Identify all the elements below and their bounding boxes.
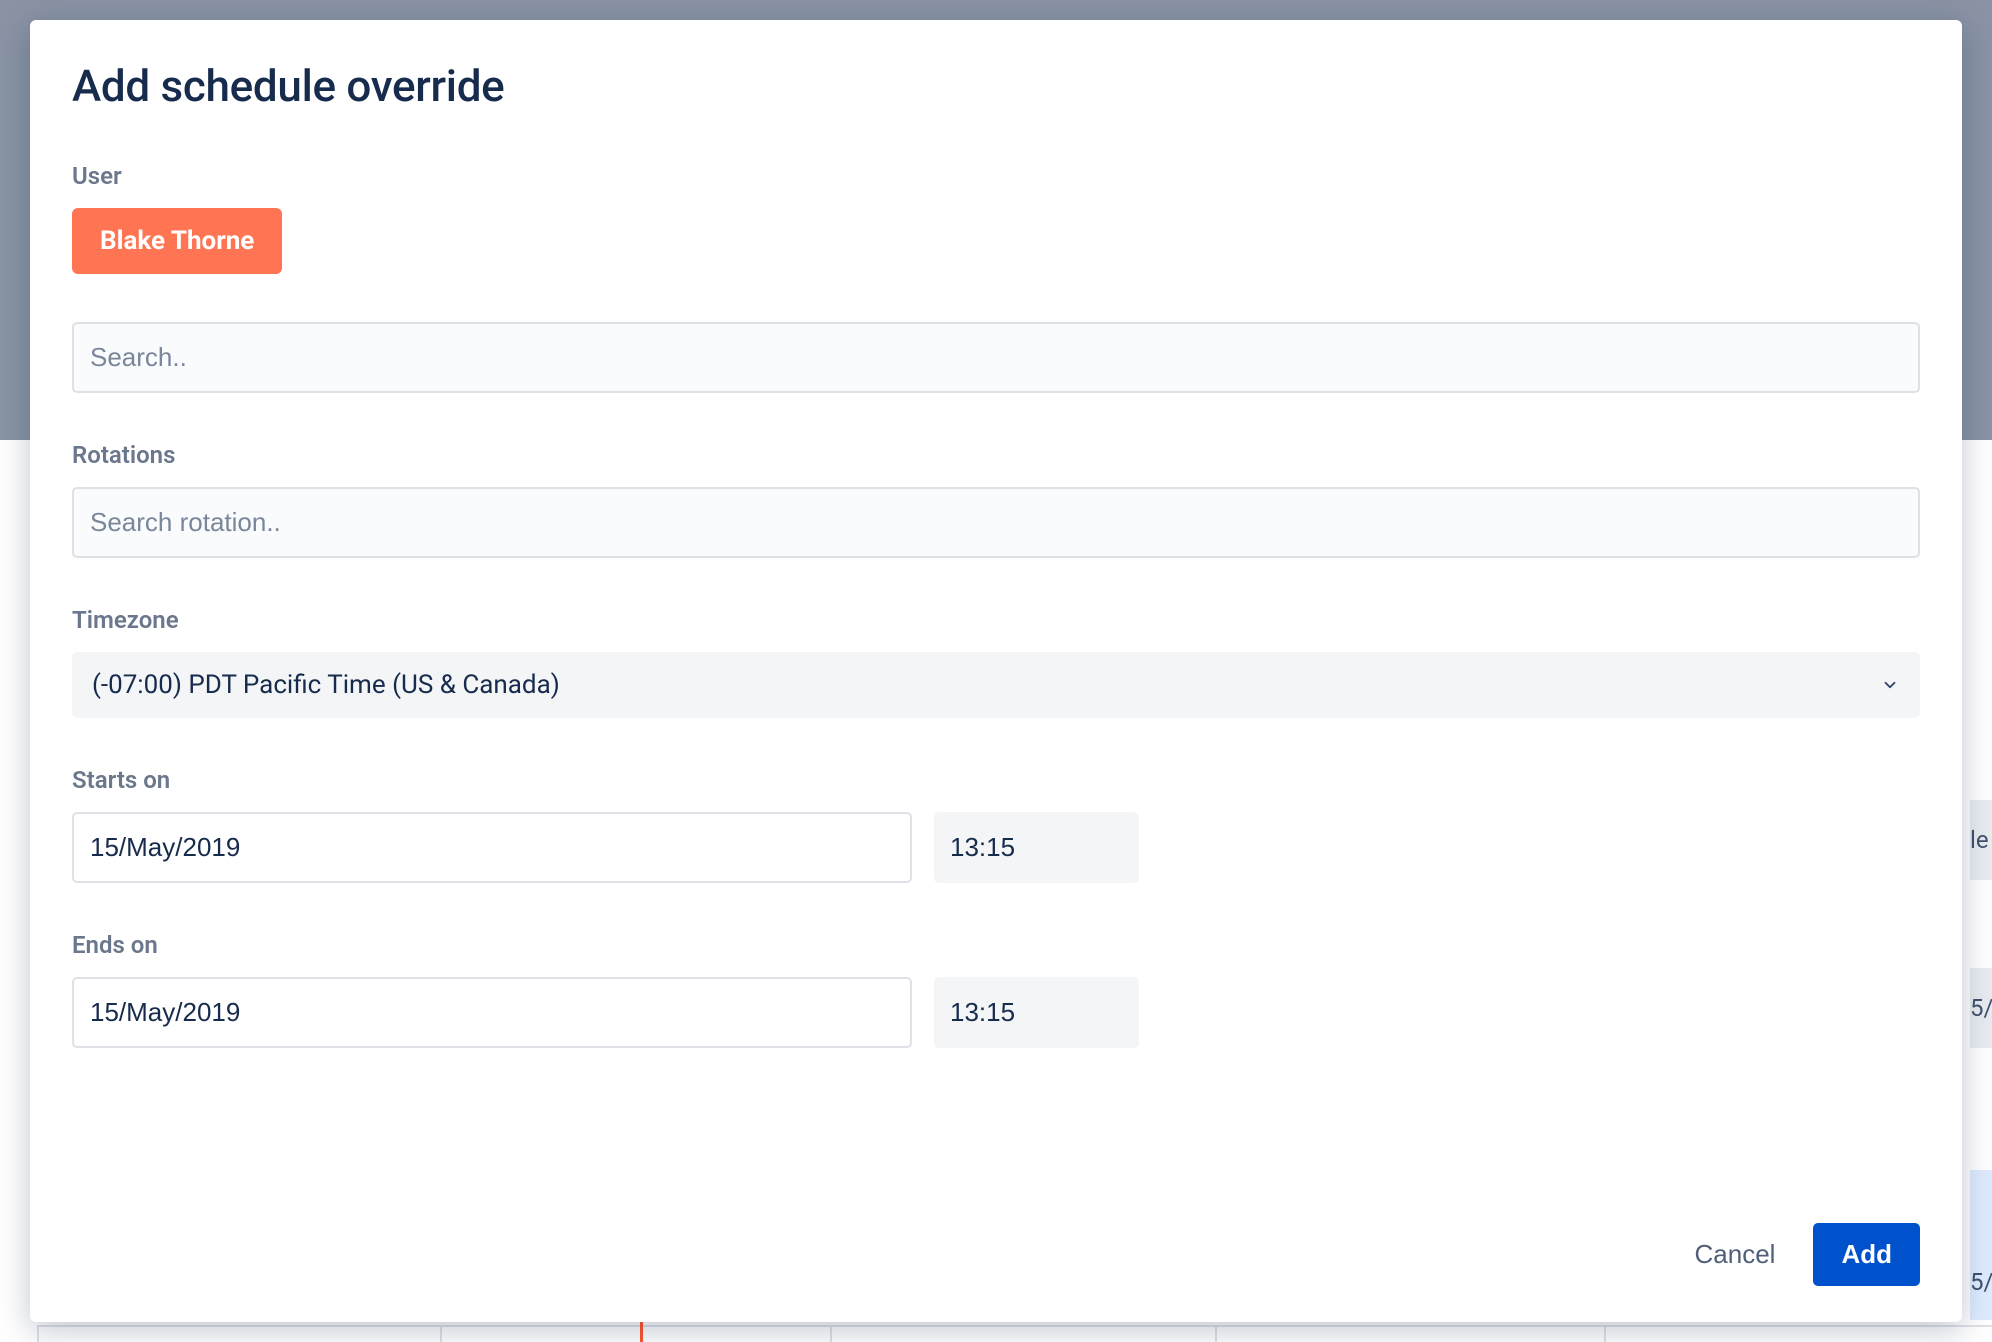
background-gridline [440, 1325, 442, 1342]
background-now-marker [640, 1322, 643, 1342]
background-row: le [1970, 800, 1992, 880]
add-schedule-override-modal: Add schedule override User Blake Thorne … [30, 20, 1962, 1322]
user-search-input[interactable] [72, 322, 1920, 393]
background-gridline [1604, 1325, 1606, 1342]
user-chip[interactable]: Blake Thorne [72, 208, 282, 274]
background-gridline [830, 1325, 832, 1342]
user-label: User [72, 162, 1920, 190]
starts-on-label: Starts on [72, 766, 1920, 794]
rotation-search-input[interactable] [72, 487, 1920, 558]
ends-on-date-input[interactable] [72, 977, 912, 1048]
starts-on-date-input[interactable] [72, 812, 912, 883]
ends-on-time-input[interactable] [934, 977, 1139, 1048]
timezone-select[interactable]: (-07:00) PDT Pacific Time (US & Canada) [72, 652, 1920, 718]
modal-title: Add schedule override [72, 60, 1920, 112]
timezone-label: Timezone [72, 606, 1920, 634]
ends-on-label: Ends on [72, 931, 1920, 959]
rotations-label: Rotations [72, 441, 1920, 469]
background-divider [37, 1325, 1992, 1342]
cancel-button[interactable]: Cancel [1685, 1225, 1786, 1284]
add-button[interactable]: Add [1813, 1223, 1920, 1286]
starts-on-time-input[interactable] [934, 812, 1139, 883]
background-row: 5/ [1970, 1242, 1992, 1322]
modal-footer: Cancel Add [72, 1223, 1920, 1292]
timezone-value: (-07:00) PDT Pacific Time (US & Canada) [92, 670, 560, 700]
background-gridline [37, 1325, 39, 1342]
background-gridline [1215, 1325, 1217, 1342]
user-chip-name: Blake Thorne [100, 226, 254, 256]
background-row: 5/ [1970, 968, 1992, 1048]
chevron-down-icon [1880, 675, 1900, 695]
